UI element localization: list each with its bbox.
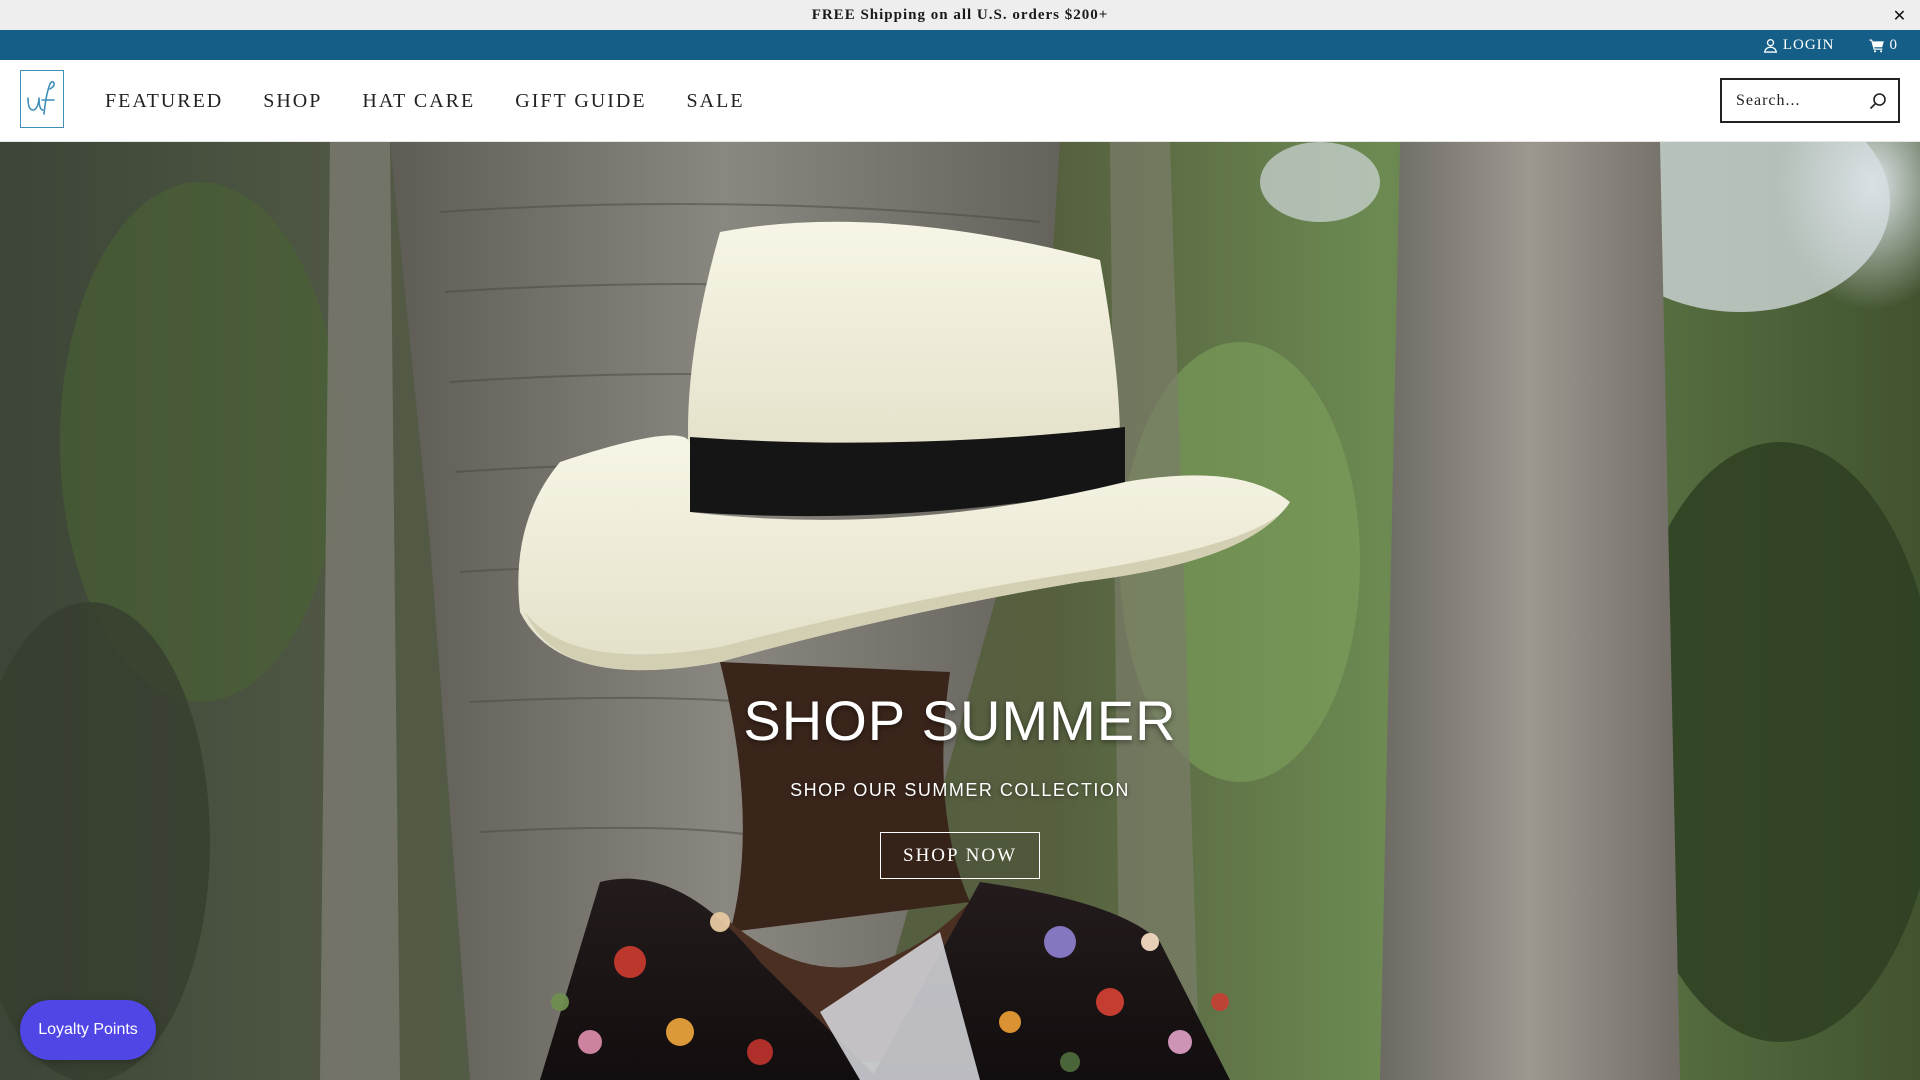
nav-gift-guide[interactable]: GIFT GUIDE	[515, 90, 646, 113]
hero-title: SHOP SUMMER	[743, 689, 1177, 752]
announcement-bar: FREE Shipping on all U.S. orders $200+ ✕	[0, 0, 1920, 30]
user-icon	[1763, 38, 1778, 53]
shop-now-button[interactable]: SHOP NOW	[880, 832, 1040, 879]
loyalty-points-button[interactable]: Loyalty Points	[20, 1000, 156, 1060]
hero-subtitle: SHOP OUR SUMMER COLLECTION	[790, 780, 1130, 800]
cart-link[interactable]: 0	[1868, 36, 1899, 54]
nav-hat-care[interactable]: HAT CARE	[362, 90, 475, 113]
close-icon[interactable]: ✕	[1890, 0, 1910, 30]
cart-icon	[1868, 38, 1885, 53]
login-label: LOGIN	[1782, 36, 1835, 53]
site-header: FEATURED SHOP HAT CARE GIFT GUIDE SALE	[0, 60, 1920, 142]
logo[interactable]	[20, 70, 64, 128]
hero-image	[0, 142, 1920, 1080]
login-link[interactable]: LOGIN	[1763, 37, 1835, 54]
hero-banner: SHOP SUMMER SHOP OUR SUMMER COLLECTION S…	[0, 142, 1920, 1080]
nav-featured[interactable]: FEATURED	[105, 90, 223, 113]
utility-bar: LOGIN 0	[0, 30, 1920, 60]
nav-sale[interactable]: SALE	[687, 90, 745, 113]
main-nav: FEATURED SHOP HAT CARE GIFT GUIDE SALE	[105, 60, 785, 142]
search-box	[1720, 78, 1900, 123]
search-input[interactable]	[1722, 80, 1858, 121]
search-icon[interactable]	[1858, 81, 1898, 121]
cart-count: 0	[1889, 36, 1898, 53]
nav-shop[interactable]: SHOP	[263, 90, 322, 113]
announcement-text: FREE Shipping on all U.S. orders $200+	[811, 6, 1109, 23]
